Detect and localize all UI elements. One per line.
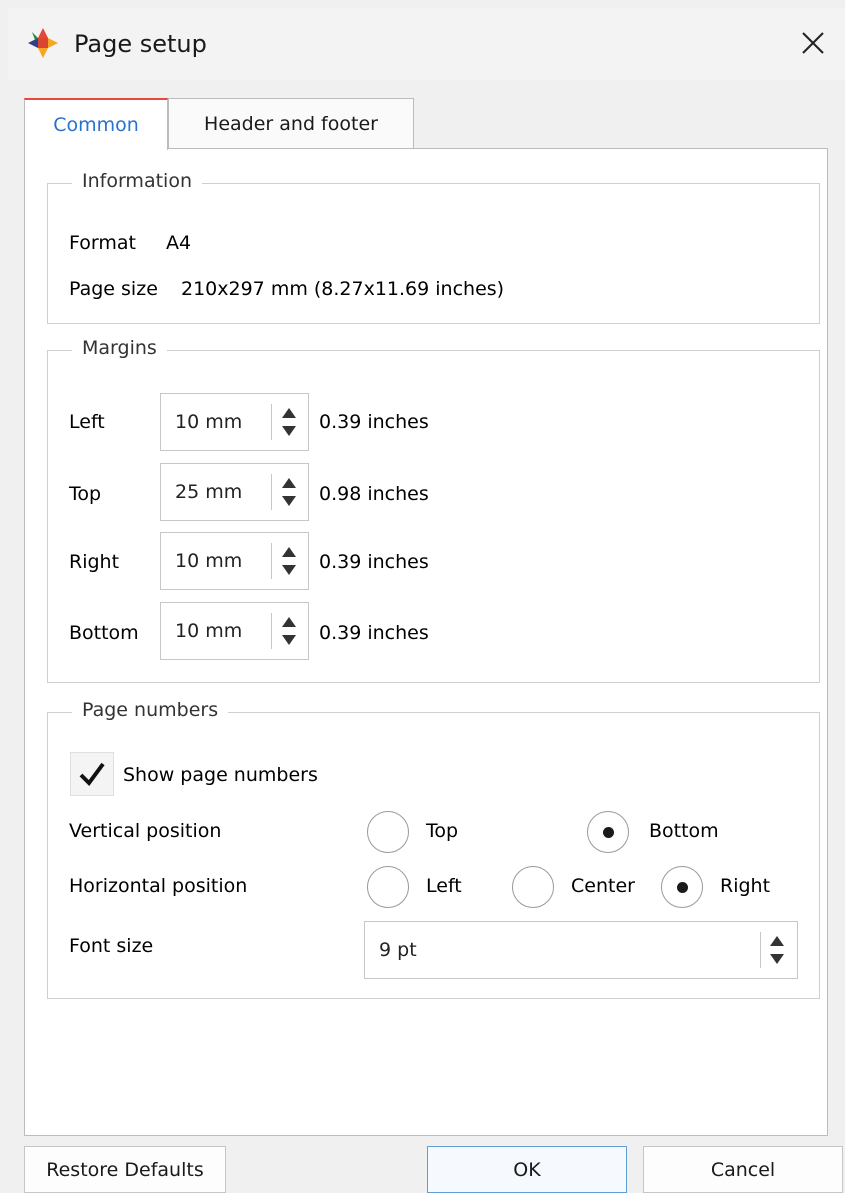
- show-page-numbers-label[interactable]: Show page numbers: [123, 764, 318, 786]
- spin-separator: [271, 613, 272, 649]
- margin-right-label: Right: [69, 551, 120, 573]
- app-logo-icon: [28, 28, 58, 58]
- spin-separator: [271, 404, 272, 440]
- page-size-value: 210x297 mm (8.27x11.69 inches): [181, 278, 505, 300]
- format-label: Format: [69, 232, 136, 254]
- vertical-bottom-radio[interactable]: [587, 811, 629, 853]
- margin-left-value[interactable]: 10 mm: [175, 411, 242, 433]
- font-size-label: Font size: [69, 935, 154, 957]
- horizontal-center-label[interactable]: Center: [571, 875, 635, 897]
- margin-left-label: Left: [69, 411, 105, 433]
- spin-arrows-icon[interactable]: [279, 543, 299, 579]
- horizontal-center-radio[interactable]: [512, 866, 554, 908]
- spin-arrows-icon[interactable]: [279, 613, 299, 649]
- horizontal-left-radio[interactable]: [367, 866, 409, 908]
- page-numbers-group-title: Page numbers: [72, 699, 229, 721]
- margin-right-value[interactable]: 10 mm: [175, 550, 242, 572]
- margin-right-spinbox[interactable]: 10 mm: [160, 532, 309, 590]
- horizontal-right-radio[interactable]: [661, 866, 703, 908]
- margins-group-title: Margins: [72, 337, 167, 359]
- font-size-spinbox[interactable]: 9 pt: [364, 921, 798, 979]
- vertical-position-label: Vertical position: [69, 820, 222, 842]
- close-icon: [802, 32, 824, 54]
- window-title: Page setup: [74, 30, 207, 58]
- spin-arrows-icon[interactable]: [279, 474, 299, 510]
- cancel-button[interactable]: Cancel: [643, 1146, 843, 1193]
- vertical-top-label[interactable]: Top: [426, 820, 458, 842]
- title-bar: Page setup: [8, 8, 845, 80]
- restore-defaults-button[interactable]: Restore Defaults: [24, 1146, 226, 1193]
- margin-top-label: Top: [69, 483, 102, 505]
- information-group-title: Information: [72, 170, 202, 192]
- tab-header-and-footer[interactable]: Header and footer: [168, 98, 414, 148]
- ok-button[interactable]: OK: [427, 1146, 627, 1193]
- spin-separator: [271, 474, 272, 510]
- checkmark-icon: [79, 762, 105, 787]
- show-page-numbers-checkbox[interactable]: [70, 752, 114, 796]
- font-size-value[interactable]: 9 pt: [379, 939, 417, 961]
- spin-separator: [760, 932, 761, 968]
- margin-bottom-inches: 0.39 inches: [319, 622, 429, 644]
- margin-bottom-spinbox[interactable]: 10 mm: [160, 602, 309, 660]
- margin-bottom-label: Bottom: [69, 622, 139, 644]
- format-value: A4: [166, 232, 192, 254]
- horizontal-position-label: Horizontal position: [69, 875, 248, 897]
- margin-top-inches: 0.98 inches: [319, 483, 429, 505]
- margin-left-spinbox[interactable]: 10 mm: [160, 393, 309, 451]
- spin-arrows-icon[interactable]: [767, 932, 787, 968]
- tab-common[interactable]: Common: [24, 98, 168, 150]
- page-size-label: Page size: [69, 278, 158, 300]
- margin-left-inches: 0.39 inches: [319, 411, 429, 433]
- spin-arrows-icon[interactable]: [279, 404, 299, 440]
- margin-top-spinbox[interactable]: 25 mm: [160, 463, 309, 521]
- horizontal-left-label[interactable]: Left: [426, 875, 462, 897]
- vertical-bottom-label[interactable]: Bottom: [649, 820, 719, 842]
- margin-top-value[interactable]: 25 mm: [175, 481, 242, 503]
- margin-bottom-value[interactable]: 10 mm: [175, 620, 242, 642]
- close-button[interactable]: [788, 18, 838, 68]
- spin-separator: [271, 543, 272, 579]
- horizontal-right-label[interactable]: Right: [720, 875, 770, 897]
- information-group: Information: [47, 170, 820, 324]
- vertical-top-radio[interactable]: [367, 811, 409, 853]
- margin-right-inches: 0.39 inches: [319, 551, 429, 573]
